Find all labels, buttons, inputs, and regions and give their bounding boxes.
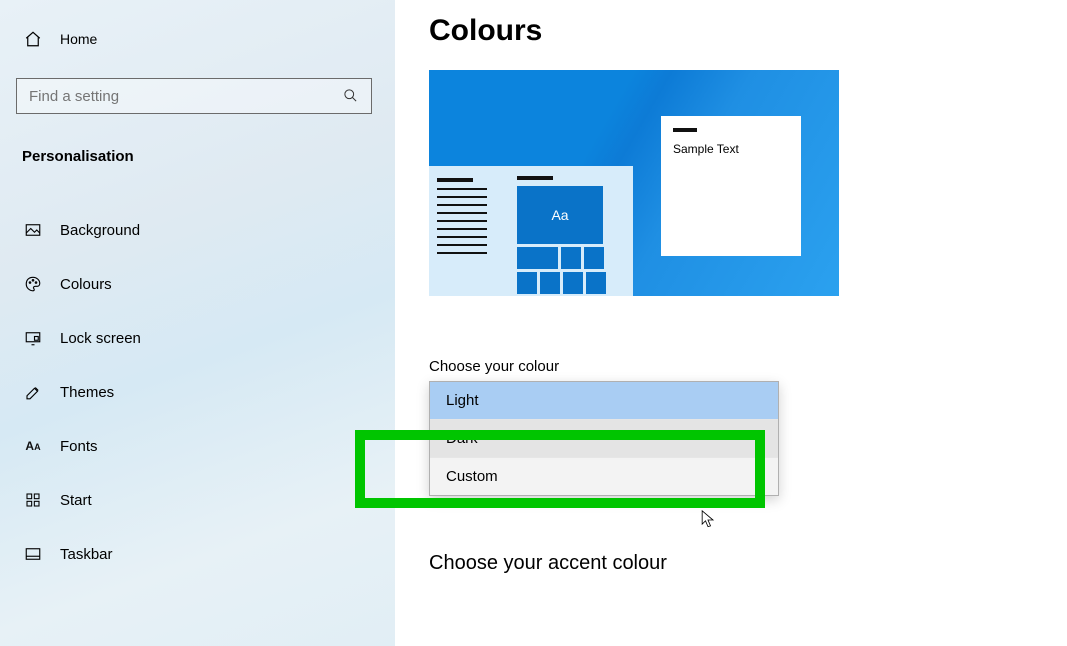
main-content: Colours Aa xyxy=(395,0,1067,646)
preview-start-menu: Aa xyxy=(429,166,633,296)
sidebar-item-lock-screen[interactable]: Lock screen xyxy=(16,311,371,365)
home-icon xyxy=(22,28,44,50)
sidebar-item-label: Background xyxy=(60,222,140,239)
search-icon xyxy=(343,88,359,104)
sidebar-item-label: Themes xyxy=(60,384,114,401)
palette-icon xyxy=(22,273,44,295)
sidebar-item-start[interactable]: Start xyxy=(16,473,371,527)
sidebar-item-fonts[interactable]: AA Fonts xyxy=(16,419,371,473)
preview-tile: Aa xyxy=(517,186,603,244)
sidebar-item-background[interactable]: Background xyxy=(16,203,371,257)
home-link[interactable]: Home xyxy=(16,20,371,58)
sidebar: Home Personalisation Background Colours … xyxy=(0,0,395,646)
choose-colour-label: Choose your colour xyxy=(429,358,1033,375)
sidebar-item-themes[interactable]: Themes xyxy=(16,365,371,419)
search-input[interactable] xyxy=(29,88,343,105)
colour-preview: Aa Sample Text xyxy=(429,70,839,296)
sidebar-item-label: Taskbar xyxy=(60,546,113,563)
picture-icon xyxy=(22,219,44,241)
dropdown-option-custom[interactable]: Custom xyxy=(430,458,778,495)
sidebar-item-colours[interactable]: Colours xyxy=(16,257,371,311)
sample-text: Sample Text xyxy=(673,142,789,156)
section-title: Personalisation xyxy=(16,142,371,171)
taskbar-icon xyxy=(22,543,44,565)
dropdown-option-dark[interactable]: Dark xyxy=(430,420,778,458)
sidebar-item-label: Fonts xyxy=(60,438,98,455)
home-label: Home xyxy=(60,31,97,47)
fonts-icon: AA xyxy=(22,435,44,457)
start-icon xyxy=(22,489,44,511)
preview-sample-window: Sample Text xyxy=(661,116,801,256)
accent-colour-label: Choose your accent colour xyxy=(429,552,1033,575)
lock-screen-icon xyxy=(22,327,44,349)
sidebar-item-label: Lock screen xyxy=(60,330,141,347)
themes-icon xyxy=(22,381,44,403)
search-box[interactable] xyxy=(16,78,372,114)
page-title: Colours xyxy=(429,14,1033,48)
sidebar-item-taskbar[interactable]: Taskbar xyxy=(16,527,371,581)
choose-colour-dropdown[interactable]: Light Dark Custom xyxy=(429,381,779,496)
sidebar-item-label: Colours xyxy=(60,276,112,293)
dropdown-option-light[interactable]: Light xyxy=(430,382,778,420)
sidebar-item-label: Start xyxy=(60,492,92,509)
